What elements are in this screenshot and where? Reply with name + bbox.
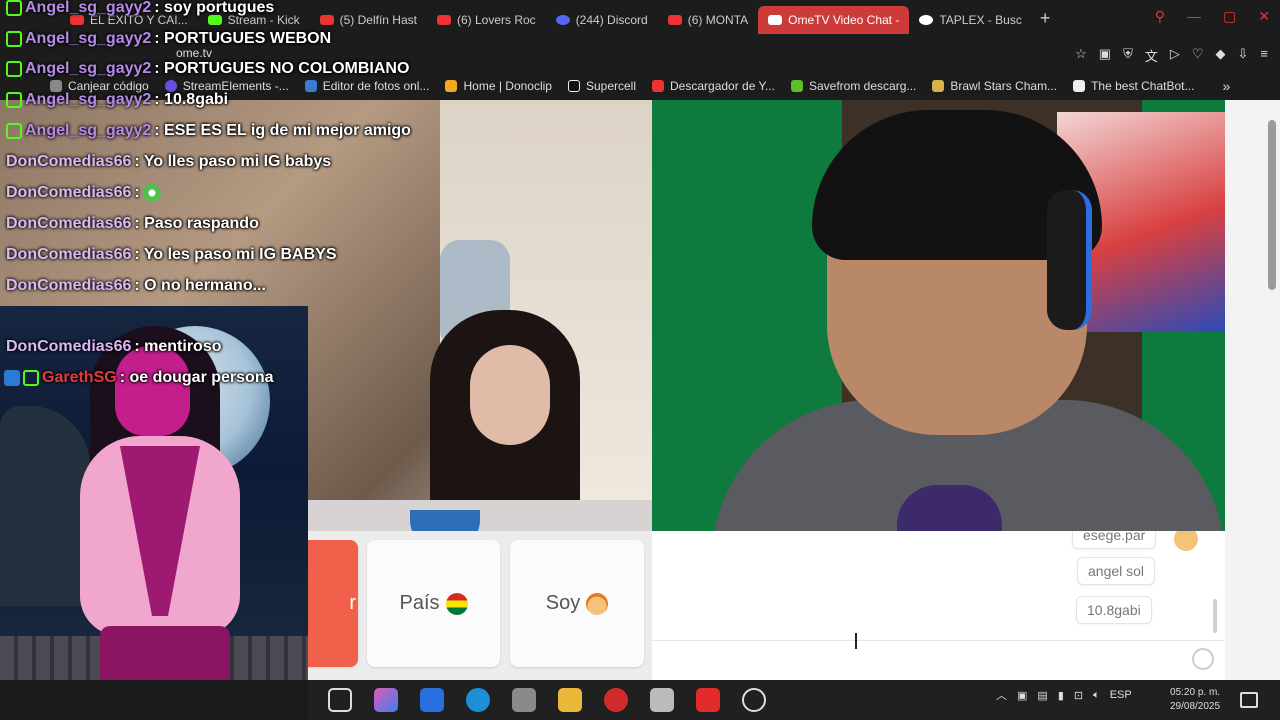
chat-scrollbar[interactable] xyxy=(1213,599,1217,633)
kick-badge-icon xyxy=(6,123,22,139)
next-button[interactable]: r xyxy=(308,540,358,667)
google-icon xyxy=(919,15,934,25)
network-icon[interactable]: ⊡ xyxy=(1074,689,1083,702)
youtube-icon xyxy=(667,15,682,25)
search-icon[interactable]: ⚲ xyxy=(1155,8,1165,25)
kick-badge-icon xyxy=(6,31,22,47)
self-video xyxy=(652,100,1225,531)
close-icon[interactable]: ✕ xyxy=(1258,8,1270,25)
window-controls: ⚲ — ▢ ✕ xyxy=(1155,8,1270,25)
stranger-face xyxy=(470,345,550,445)
new-tab-button[interactable]: + xyxy=(1040,8,1051,29)
verified-badge-icon xyxy=(4,370,20,386)
bookmarks-overflow-icon[interactable]: » xyxy=(1222,78,1230,94)
bookmark-item[interactable]: Savefrom descarg... xyxy=(790,79,916,93)
chat-message: 10.8gabi xyxy=(1076,596,1152,624)
character-mask xyxy=(115,346,190,436)
bookmark-favicon xyxy=(567,80,580,92)
download-icon[interactable]: ⇩ xyxy=(1238,46,1249,65)
windows-taskbar xyxy=(308,680,1280,720)
maximize-icon[interactable]: ▢ xyxy=(1223,8,1236,25)
blue-bowl xyxy=(410,510,480,531)
extension-icon[interactable]: ◆ xyxy=(1216,46,1226,65)
battery-icon[interactable]: ▮ xyxy=(1058,689,1064,702)
emote-icon xyxy=(142,184,161,202)
discord-icon xyxy=(555,15,570,25)
stream-chat-message: DonComedias66: Yo les paso mi IG BABYS xyxy=(6,246,337,263)
system-tray: ︿ ▣ ▤ ▮ ⊡ 🔈︎ ESP xyxy=(996,687,1132,703)
emoji-button-icon[interactable] xyxy=(1192,648,1214,670)
bookmark-item[interactable]: Descargador de Y... xyxy=(652,79,775,93)
notifications-icon[interactable] xyxy=(1240,692,1258,708)
stream-chat-message: Angel_sg_gayy2: soy portugues xyxy=(6,0,274,20)
chevron-up-icon[interactable]: ︿ xyxy=(996,687,1007,703)
tab-monta[interactable]: (6) MONTA xyxy=(658,6,758,34)
kick-badge-icon xyxy=(23,370,39,386)
chat-message: esege.par xyxy=(1072,531,1157,549)
tab-discord[interactable]: (244) Discord xyxy=(546,6,658,34)
stream-chat-message: Angel_sg_gayy2: ESE ES EL ig de mi mejor… xyxy=(6,119,411,143)
opera-gx-icon[interactable] xyxy=(604,688,628,712)
kick-badge-icon xyxy=(6,92,22,108)
play-icon[interactable]: ▷ xyxy=(1170,46,1180,65)
bookmark-favicon xyxy=(652,80,665,92)
stream-chat-message: Angel_sg_gayy2: PORTUGUES NO COLOMBIANO xyxy=(6,57,409,81)
menu-icon[interactable]: ≡ xyxy=(1260,46,1268,65)
translate-icon[interactable]: 文 xyxy=(1145,46,1158,65)
obs-icon[interactable] xyxy=(742,688,766,712)
chat-input[interactable] xyxy=(652,641,1225,680)
screenshot-icon[interactable]: ▣ xyxy=(1099,46,1111,65)
text-chat-panel: esege.par angel sol 10.8gabi xyxy=(652,531,1225,680)
page-scrollbar[interactable] xyxy=(1268,120,1276,290)
minimize-icon[interactable]: — xyxy=(1187,8,1201,25)
smiley-icon xyxy=(1174,531,1198,551)
tab-ometv[interactable]: OmeTV Video Chat - xyxy=(758,6,910,34)
shield-icon[interactable]: ⛨ xyxy=(1123,46,1133,65)
bookmark-icon[interactable]: ☆ xyxy=(1075,46,1087,65)
ometv-icon xyxy=(768,15,783,25)
stream-chat-message: DonComedias66: Yo lles paso mi IG babys xyxy=(6,153,332,170)
boy-icon xyxy=(586,592,609,615)
bookmark-favicon xyxy=(1073,80,1086,92)
stream-chat-message: DonComedias66: Paso raspando xyxy=(6,215,259,232)
kick-badge-icon xyxy=(6,0,22,16)
stream-chat-message: Angel_sg_gayy2: 10.8gabi xyxy=(6,88,228,112)
folder-icon[interactable] xyxy=(558,688,582,712)
stream-chat-message: Angel_sg_gayy2: PORTUGUES WEBON xyxy=(6,27,331,51)
task-view-icon[interactable] xyxy=(328,688,352,712)
country-filter-button[interactable]: País xyxy=(367,540,500,667)
app-icon[interactable] xyxy=(512,688,536,712)
kick-badge-icon xyxy=(6,61,22,77)
edge-icon[interactable] xyxy=(466,688,490,712)
tab-taplex[interactable]: TAPLEX - Busc xyxy=(909,6,1031,34)
stream-chat-message: DonComedias66: xyxy=(6,181,161,205)
tray-app-icon[interactable]: ▣ xyxy=(1017,689,1027,702)
bookmark-item[interactable]: The best ChatBot... xyxy=(1073,79,1194,93)
headset xyxy=(1047,190,1092,330)
store-icon[interactable] xyxy=(420,688,444,712)
volume-icon[interactable]: 🔈︎ xyxy=(1093,689,1100,702)
wps-icon[interactable] xyxy=(696,688,720,712)
bolivia-flag-icon xyxy=(445,592,468,615)
screen: EL EXITO Y CAI... Stream - Kick (5) Delf… xyxy=(0,0,1280,720)
bookmark-favicon xyxy=(932,80,945,92)
copilot-icon[interactable] xyxy=(374,688,398,712)
taskbar-clock[interactable]: 05:20 p. m. 29/08/2025 xyxy=(1170,686,1220,714)
text-cursor-icon xyxy=(855,633,861,649)
bookmark-item[interactable]: Brawl Stars Cham... xyxy=(932,79,1057,93)
bookmark-favicon xyxy=(790,80,803,92)
heart-icon[interactable]: ♡ xyxy=(1192,46,1204,65)
toolbar-icons: ☆ ▣ ⛨ 文 ▷ ♡ ◆ ⇩ ≡ xyxy=(1075,46,1268,65)
stream-chat-message: DonComedias66: O no hermano... xyxy=(6,277,266,294)
bookmark-item[interactable]: Home | Donoclip xyxy=(445,79,552,93)
gender-filter-button[interactable]: Soy xyxy=(510,540,644,667)
tray-app-icon[interactable]: ▤ xyxy=(1037,689,1047,702)
stream-chat-message: GarethSG: oe dougar persona xyxy=(4,366,273,390)
stream-chat-message: DonComedias66: mentiroso xyxy=(6,338,222,355)
app-icon[interactable] xyxy=(650,688,674,712)
language-indicator[interactable]: ESP xyxy=(1110,689,1132,701)
bookmark-item[interactable]: Supercell xyxy=(567,79,636,93)
chat-message: angel sol xyxy=(1077,557,1156,585)
